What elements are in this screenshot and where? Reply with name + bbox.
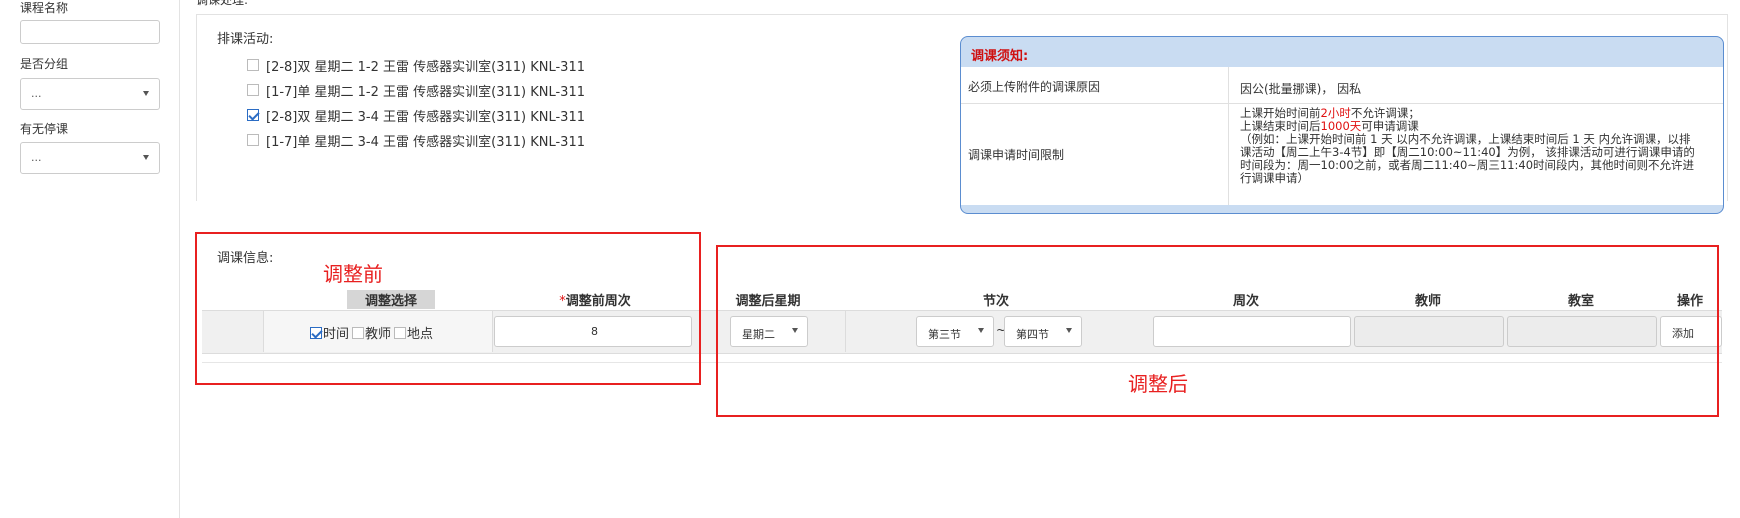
course-name-label: 课程名称 bbox=[20, 1, 69, 15]
suspended-select-value: ... bbox=[31, 151, 42, 164]
activity-option[interactable]: [1-7]单 星期二 1-2 王雷 传感器实训室(311) KNL-311 bbox=[247, 80, 585, 100]
sidebar: 课程名称 是否分组 ... 有无停课 ... bbox=[0, 0, 180, 518]
grouped-label: 是否分组 bbox=[20, 57, 69, 71]
activity-checkbox-checked[interactable] bbox=[247, 109, 259, 121]
suspended-label: 有无停课 bbox=[20, 122, 69, 136]
panel-title: 调课处理: bbox=[196, 0, 249, 7]
activity-option[interactable]: [2-8]双 星期二 3-4 王雷 传感器实训室(311) KNL-311 bbox=[247, 105, 585, 125]
grouped-select[interactable]: ... bbox=[20, 78, 160, 110]
activity-option[interactable]: [2-8]双 星期二 1-2 王雷 传感器实训室(311) KNL-311 bbox=[247, 55, 585, 75]
activity-label: 排课活动: bbox=[217, 32, 274, 47]
chevron-down-icon bbox=[143, 155, 149, 160]
notice-divider bbox=[961, 103, 1723, 104]
course-name-input[interactable] bbox=[20, 20, 160, 44]
notice-line: 行调课申请） bbox=[1240, 171, 1309, 185]
notice-row1-value: 因公(批量挪课)， 因私 bbox=[1240, 82, 1362, 96]
notice-header: 调课须知: bbox=[961, 37, 1723, 67]
activity-checkbox[interactable] bbox=[247, 84, 259, 96]
activity-text: [1-7]单 星期二 1-2 王雷 传感器实训室(311) KNL-311 bbox=[266, 84, 585, 100]
notice-divider bbox=[1228, 67, 1229, 205]
grouped-select-value: ... bbox=[31, 87, 42, 100]
notice-title: 调课须知: bbox=[971, 49, 1029, 64]
after-annotation-box bbox=[716, 245, 1719, 417]
activity-option[interactable]: [1-7]单 星期二 3-4 王雷 传感器实训室(311) KNL-311 bbox=[247, 130, 585, 150]
before-annotation-box bbox=[195, 232, 701, 385]
chevron-down-icon bbox=[143, 91, 149, 96]
notice-box: 调课须知: 必须上传附件的调课原因 因公(批量挪课)， 因私 调课申请时间限制 … bbox=[960, 36, 1724, 214]
activity-text: [2-8]双 星期二 1-2 王雷 传感器实训室(311) KNL-311 bbox=[266, 59, 585, 75]
notice-row2-label: 调课申请时间限制 bbox=[968, 148, 1065, 162]
before-annotation-text: 调整前 bbox=[323, 262, 383, 286]
activity-text: [2-8]双 星期二 3-4 王雷 传感器实训室(311) KNL-311 bbox=[266, 109, 585, 125]
activity-checkbox[interactable] bbox=[247, 59, 259, 71]
notice-row2-value: 上课开始时间前2小时不允许调课； 上课结束时间后1000天可申请调课 （例如：上… bbox=[1240, 107, 1695, 185]
activity-text: [1-7]单 星期二 3-4 王雷 传感器实训室(311) KNL-311 bbox=[266, 134, 585, 150]
notice-row1-label: 必须上传附件的调课原因 bbox=[968, 80, 1101, 94]
notice-table: 必须上传附件的调课原因 因公(批量挪课)， 因私 调课申请时间限制 上课开始时间… bbox=[961, 67, 1723, 205]
after-annotation-text: 调整后 bbox=[1128, 372, 1188, 396]
activity-checkbox[interactable] bbox=[247, 134, 259, 146]
suspended-select[interactable]: ... bbox=[20, 142, 160, 174]
